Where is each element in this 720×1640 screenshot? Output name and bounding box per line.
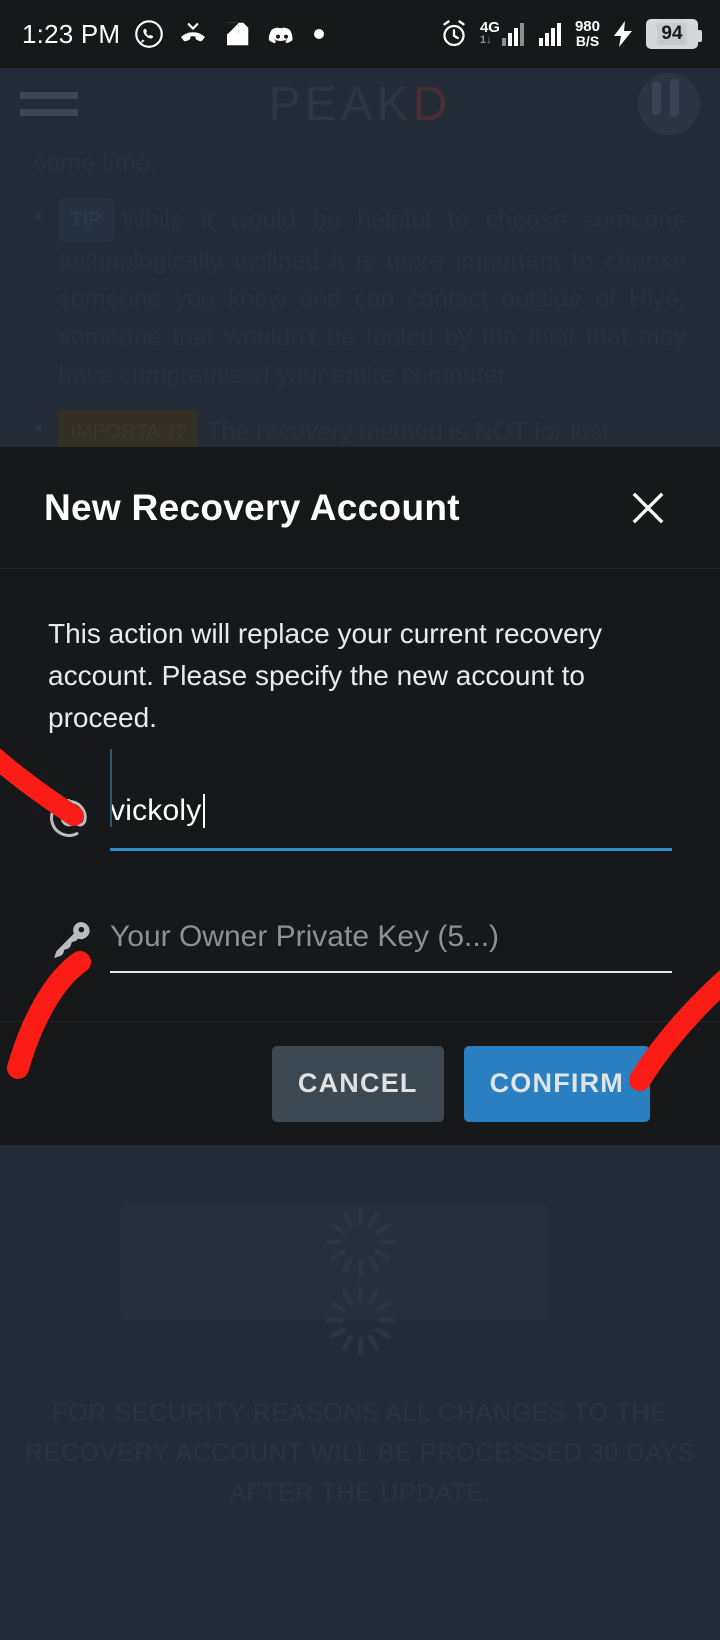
article-line: same time. xyxy=(34,149,157,177)
private-key-input[interactable]: Your Owner Private Key (5...) xyxy=(110,903,672,973)
status-bar: 1:23 PM 4G 1↓ 980 B/S 94 xyxy=(0,0,720,68)
status-bar-right: 4G 1↓ 980 B/S 94 xyxy=(439,19,702,49)
recovery-account-input[interactable]: vickoly xyxy=(110,749,672,851)
loading-spinner-icon xyxy=(325,1207,395,1277)
security-notice: FOR SECURITY REASONS ALL CHANGES TO THE … xyxy=(25,1399,695,1507)
new-recovery-account-dialog: New Recovery Account This action will re… xyxy=(0,447,720,1145)
dot-icon xyxy=(314,29,325,39)
tip-badge: TIP xyxy=(58,198,114,242)
confirm-button[interactable]: CONFIRM xyxy=(463,1045,650,1122)
brand-logo: PEAKD xyxy=(0,77,720,132)
private-key-field-row: Your Owner Private Key (5...) xyxy=(48,903,672,973)
loading-spinner-icon xyxy=(325,1285,395,1355)
dialog-title: New Recovery Account xyxy=(44,486,460,528)
network-speed-unit: B/S xyxy=(575,33,600,49)
article-content: same time. • TIP While it would be helpfu… xyxy=(0,144,720,454)
close-icon[interactable] xyxy=(620,480,676,536)
network-speed: 980 B/S xyxy=(575,19,600,49)
battery-indicator: 94 xyxy=(646,19,702,49)
bullet-icon: • xyxy=(34,203,43,230)
tip-paragraph: TIP While it would be helpful to choose s… xyxy=(58,198,686,394)
avatar[interactable] xyxy=(638,73,700,135)
discord-icon xyxy=(269,27,293,44)
signal-icon xyxy=(538,23,561,46)
recovery-account-value: vickoly xyxy=(110,793,202,827)
key-icon xyxy=(48,907,110,973)
charging-bolt-icon xyxy=(614,21,632,47)
private-key-placeholder: Your Owner Private Key (5...) xyxy=(110,920,500,953)
phone-screen: PEAKD same time. • TIP While it would be … xyxy=(0,0,720,1640)
alarm-icon xyxy=(443,20,465,47)
list-item: • TIP While it would be helpful to choose… xyxy=(34,198,686,394)
signal-4g-icon: 4G 1↓ xyxy=(479,19,527,47)
dialog-header: New Recovery Account xyxy=(0,447,720,569)
dialog-description: This action will replace your current re… xyxy=(48,618,602,733)
note-icon xyxy=(227,22,249,46)
battery-percent-text: 94 xyxy=(657,23,687,45)
text-cursor xyxy=(203,793,206,828)
cancel-button[interactable]: CANCEL xyxy=(271,1045,444,1122)
at-sign-icon xyxy=(48,785,110,851)
tip-body: While it would be helpful to choose some… xyxy=(58,206,686,389)
dialog-footer: CANCEL CONFIRM xyxy=(0,1021,720,1145)
app-background-lower: FOR SECURITY REASONS ALL CHANGES TO THE … xyxy=(0,1145,720,1640)
dialog-body: This action will replace your current re… xyxy=(0,569,720,973)
whatsapp-icon xyxy=(135,20,164,48)
missed-call-icon xyxy=(181,23,206,42)
status-bar-left: 1:23 PM xyxy=(22,18,326,50)
important-body: The recovery method is NOT for lost xyxy=(206,418,609,446)
brand-main-text: PEAK xyxy=(268,77,413,131)
input-focus-rail xyxy=(110,749,112,827)
network-type-text: 4G 1↓ xyxy=(479,19,500,46)
recovery-account-field-row: vickoly xyxy=(48,749,672,851)
brand-accent-text: D xyxy=(412,77,452,131)
app-top-bar: PEAKD xyxy=(0,68,720,140)
clock-text: 1:23 PM xyxy=(22,18,121,49)
